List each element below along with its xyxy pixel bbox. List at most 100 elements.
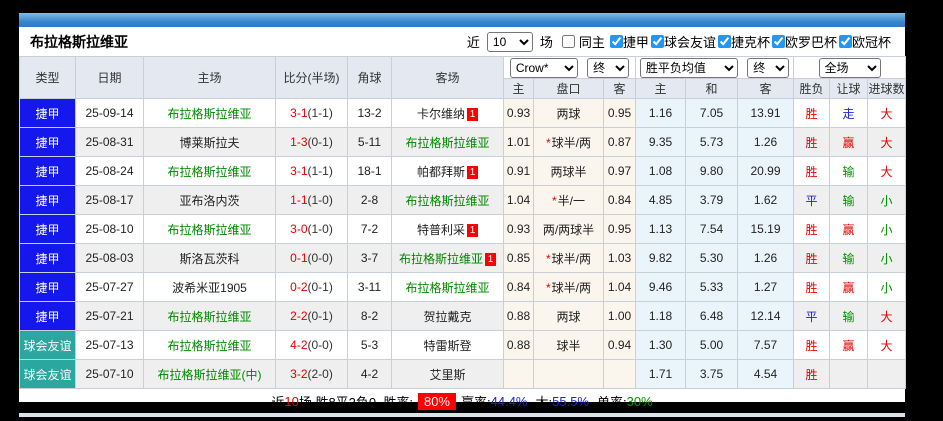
match-date: 25-08-17: [76, 186, 144, 215]
match-date: 25-08-31: [76, 128, 144, 157]
home-odds: 0.84: [504, 273, 534, 302]
home-team-name: 亚布洛内茨: [179, 194, 239, 208]
half-time-score: (0-1): [308, 309, 333, 323]
scope-select[interactable]: 全场: [819, 58, 881, 78]
half-time-score: (1-1): [308, 106, 333, 120]
away-team-name: 布拉格斯拉维亚: [405, 136, 489, 150]
match-score: 2-2(0-1): [276, 302, 348, 331]
header-score: 比分(半场): [276, 57, 348, 99]
corner-score: 13-2: [348, 99, 392, 128]
match-count-select[interactable]: 10: [487, 32, 533, 52]
avg-draw: 3.75: [686, 360, 738, 389]
match-date: 25-09-14: [76, 99, 144, 128]
handicap-star: *: [546, 252, 551, 266]
handicap-text: 球半/两: [552, 252, 591, 266]
over-rate-value: 55.5%: [552, 394, 589, 409]
goals-cell: 大: [868, 157, 906, 186]
half-time-score: (1-1): [308, 164, 333, 178]
away-odds: 0.94: [604, 331, 636, 360]
full-time-score: 3-0: [290, 222, 307, 236]
avg-home: 9.82: [636, 244, 686, 273]
goals-cell: 小: [868, 273, 906, 302]
type-badge: 捷甲: [20, 186, 76, 215]
handicap-star: *: [552, 194, 557, 208]
corner-score: 7-2: [348, 215, 392, 244]
avg-draw: 5.33: [686, 273, 738, 302]
filter-checkbox[interactable]: [772, 35, 785, 48]
handicap: *球半/两: [534, 273, 604, 302]
handicap-text: 半/一: [558, 194, 585, 208]
half-time-score: (0-0): [308, 338, 333, 352]
avg-draw: 5.73: [686, 128, 738, 157]
result-cell: 胜: [794, 128, 830, 157]
filter-checkbox[interactable]: [610, 35, 623, 48]
home-odds: [504, 360, 534, 389]
corner-score: 4-2: [348, 360, 392, 389]
header-corner: 角球: [348, 57, 392, 99]
handicap-text: 球半/两: [552, 281, 591, 295]
away-odds: 1.00: [604, 302, 636, 331]
home-team-name: 布拉格斯拉维亚: [167, 339, 251, 353]
filter-checkbox[interactable]: [839, 35, 852, 48]
result-cell: 平: [794, 186, 830, 215]
handicap: *球半/两: [534, 244, 604, 273]
summary-footer: 近 10 场,胜8平2负0, 胜率: 80% 赢率: 44.4% 大: 55.5…: [19, 389, 905, 413]
away-team: 艾里斯: [392, 360, 504, 389]
away-team-name: 贺拉戴克: [423, 310, 471, 324]
avg-away: 15.19: [738, 215, 794, 244]
match-date: 25-07-27: [76, 273, 144, 302]
same-home-label: 同主: [579, 32, 605, 51]
home-team-name: 布拉格斯拉维亚: [167, 165, 251, 179]
avg-state-select[interactable]: 终: [747, 58, 789, 78]
corner-score: 3-7: [348, 244, 392, 273]
home-odds: 0.88: [504, 331, 534, 360]
goals-cell: 小: [868, 244, 906, 273]
filter-checkbox[interactable]: [651, 35, 664, 48]
home-team-name: 布拉格斯拉维亚: [167, 107, 251, 121]
avg-home: 4.85: [636, 186, 686, 215]
type-badge: 捷甲: [20, 302, 76, 331]
away-team-name: 布拉格斯拉维亚: [405, 194, 489, 208]
games-label: 场: [540, 32, 553, 51]
full-time-score: 3-2: [290, 367, 307, 381]
match-date: 25-08-03: [76, 244, 144, 273]
avg-home: 9.35: [636, 128, 686, 157]
match-date: 25-08-10: [76, 215, 144, 244]
handicap: *半/一: [534, 186, 604, 215]
avg-away: 7.57: [738, 331, 794, 360]
handicap-text: 两/两球半: [543, 223, 594, 237]
filter-checkbox[interactable]: [718, 35, 731, 48]
away-team: 布拉格斯拉维亚: [392, 273, 504, 302]
match-score: 3-1(1-1): [276, 99, 348, 128]
odds-state-select[interactable]: 终: [587, 58, 629, 78]
handicap-result-cell: 赢: [830, 128, 868, 157]
type-badge: 捷甲: [20, 128, 76, 157]
away-team: 特普利采1: [392, 215, 504, 244]
page-title: 布拉格斯拉维亚: [30, 32, 128, 52]
header-odds-home: 主: [504, 79, 534, 99]
toolbar: 布拉格斯拉维亚 近 10 场 同主 捷甲球会友谊捷克杯欧罗巴杯欧冠杯: [19, 27, 905, 56]
type-badge: 捷甲: [20, 157, 76, 186]
goals-cell: 大: [868, 128, 906, 157]
away-odds: [604, 360, 636, 389]
handicap-rate-label: 赢率:: [461, 392, 491, 411]
handicap-result-cell: 输: [830, 302, 868, 331]
away-team: 卡尔维纳1: [392, 99, 504, 128]
match-score: 3-1(1-1): [276, 157, 348, 186]
home-team: 布拉格斯拉维亚: [144, 99, 276, 128]
header-odds-away: 客: [604, 79, 636, 99]
same-home-checkbox[interactable]: [562, 35, 575, 48]
header-avg-draw: 和: [686, 79, 738, 99]
goals-cell: [868, 360, 906, 389]
home-team: 布拉格斯拉维亚: [144, 157, 276, 186]
avg-away: 1.62: [738, 186, 794, 215]
handicap: 两球: [534, 302, 604, 331]
avg-select[interactable]: 胜平负均值: [640, 58, 738, 78]
away-odds: 1.04: [604, 273, 636, 302]
goals-cell: 大: [868, 99, 906, 128]
avg-draw: 7.05: [686, 99, 738, 128]
home-team-name: 布拉格斯拉维亚: [167, 223, 251, 237]
match-score: 1-3(0-1): [276, 128, 348, 157]
window-bottom-edge: [19, 413, 905, 417]
odds-source-select[interactable]: Crow*: [510, 58, 578, 78]
